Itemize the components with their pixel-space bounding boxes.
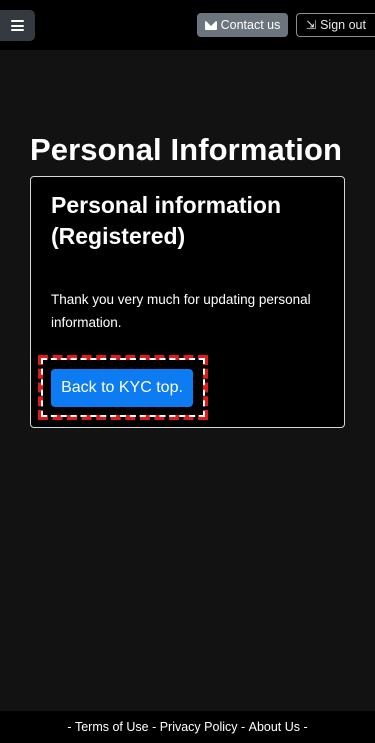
hamburger-icon [11,20,24,31]
footer-dash-end: - [300,720,308,734]
footer-dash-start: - [67,720,75,734]
about-us-link[interactable]: About Us [249,720,300,734]
footer-separator: - [237,720,249,734]
card-title: Personal information (Registered) [51,192,282,249]
sign-out-label: Sign out [320,18,366,32]
privacy-policy-link[interactable]: Privacy Policy [160,720,238,734]
contact-us-label: Contact us [220,18,281,32]
footer-separator: - [148,720,160,734]
confirmation-message: Thank you very much for updating persona… [51,292,311,330]
registration-card: Personal information (Registered) Thank … [30,176,345,428]
contact-us-button[interactable]: Contact us [197,13,288,37]
page-title: Personal Information [30,132,343,167]
sign-out-icon: ⇲ [306,18,317,32]
footer: - Terms of Use - Privacy Policy - About … [0,711,375,743]
envelope-icon [204,20,217,30]
sign-out-button[interactable]: ⇲ Sign out [296,13,375,37]
terms-of-use-link[interactable]: Terms of Use [75,720,149,734]
back-to-kyc-button[interactable]: Back to KYC top. [51,369,193,407]
top-navbar: Contact us ⇲ Sign out [0,0,375,50]
menu-toggle-button[interactable] [0,10,35,41]
